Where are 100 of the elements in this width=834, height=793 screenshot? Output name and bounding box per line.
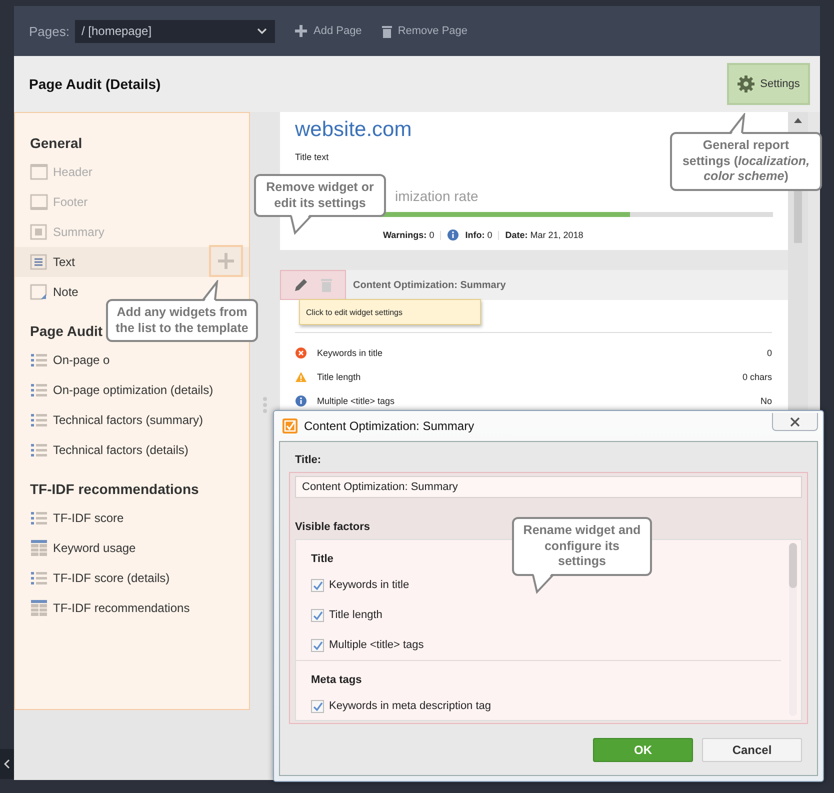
drag-handle-icon	[262, 396, 268, 414]
widget-label: Footer	[53, 195, 88, 209]
close-button[interactable]	[772, 413, 818, 431]
settings-button[interactable]: Settings	[727, 63, 810, 105]
widget-label: TF-IDF score	[53, 511, 124, 525]
trash-icon	[382, 24, 392, 38]
widget-list-item[interactable]: Text	[15, 247, 249, 277]
callout-tooltip: General report settings (localization, color scheme)	[670, 113, 822, 191]
factor-checkbox[interactable]: Multiple <title> tags	[311, 630, 766, 660]
title-input[interactable]: Content Optimization: Summary	[295, 476, 802, 498]
checkbox[interactable]	[311, 578, 324, 592]
footer-layout-icon	[29, 193, 49, 211]
widget-list-item[interactable]: On-page optimization (details)	[15, 375, 249, 405]
list-icon	[29, 509, 49, 527]
widget-label: Header	[53, 165, 92, 179]
check-icon	[312, 610, 322, 620]
check-icon	[312, 702, 322, 710]
factor-label: Title length	[317, 372, 362, 382]
group-title: Title	[311, 552, 334, 567]
checkbox[interactable]	[311, 608, 324, 622]
scrollbar[interactable]	[789, 543, 797, 716]
checkbox[interactable]	[311, 700, 324, 712]
group-title: Meta tags	[311, 673, 362, 688]
summary-layout-icon	[29, 223, 49, 241]
stat-text: Info: 0	[465, 230, 492, 240]
check-icon	[312, 640, 322, 650]
page-title: Page Audit (Details)	[29, 76, 161, 92]
table-icon	[29, 599, 49, 617]
error-icon	[295, 347, 307, 359]
note-icon	[29, 283, 49, 301]
widget-list-item[interactable]: Keyword usage	[15, 533, 249, 563]
settings-icon	[737, 75, 756, 93]
chevron-down-icon	[257, 28, 268, 34]
factors-label: Visible factors	[295, 521, 370, 533]
info-icon	[295, 395, 307, 407]
plus-icon	[218, 253, 234, 269]
factor-checkbox[interactable]: Title length	[311, 600, 766, 630]
info-icon	[447, 229, 460, 241]
checkbox[interactable]	[311, 638, 324, 652]
factor-label: Multiple <title> tags	[317, 396, 396, 406]
widget-list-item[interactable]: Technical factors (details)	[15, 435, 249, 465]
widget-label: Note	[53, 285, 78, 299]
remove-page-button[interactable]: Remove Page	[382, 24, 468, 38]
widget-list-item[interactable]: On-page o	[15, 345, 249, 375]
widget-list-item[interactable]: TF-IDF recommendations	[15, 593, 249, 623]
warning-icon	[295, 371, 307, 383]
widget-list-item[interactable]: TF-IDF score	[15, 503, 249, 533]
factor-value: 0	[766, 348, 772, 358]
header-layout-icon	[29, 163, 49, 181]
widget-label: Technical factors (summary)	[53, 413, 204, 427]
collapse-button[interactable]	[0, 749, 14, 779]
text-block-icon	[29, 253, 49, 271]
widget-list-item[interactable]: Technical factors (summary)	[15, 405, 249, 435]
widget-label: On-page o	[53, 353, 110, 367]
trash-icon	[321, 278, 332, 292]
widget-label: TF-IDF recommendations	[53, 601, 190, 615]
table-icon	[29, 539, 49, 557]
close-icon	[790, 416, 800, 426]
widget-label: On-page optimization (details)	[53, 383, 214, 397]
section-title: TF-IDF recommendations	[29, 480, 200, 499]
list-icon	[29, 569, 49, 587]
widget-list-item[interactable]: TF-IDF score (details)	[15, 563, 249, 593]
page-select[interactable]: / [homepage]	[75, 20, 276, 42]
plus-icon	[295, 25, 308, 37]
widget-label: Text	[53, 255, 76, 269]
check-icon	[312, 580, 322, 590]
stat-text: Date: Mar 21, 2018	[505, 230, 584, 240]
widget-label: Technical factors (details)	[53, 443, 188, 457]
edit-icon	[294, 278, 308, 292]
dialog-title: Content Optimization: Summary	[304, 419, 474, 433]
arrow-up-icon	[794, 118, 802, 123]
site-name: website.com	[295, 118, 412, 142]
pages-label: Pages:	[29, 24, 70, 38]
cancel-button[interactable]: Cancel	[702, 738, 802, 762]
widget-title: Content Optimization: Summary	[353, 280, 506, 290]
widget-label: TF-IDF score (details)	[53, 571, 170, 585]
scrollbar-thumb[interactable]	[789, 543, 797, 588]
tooltip: Click to edit widget settings	[299, 299, 481, 325]
factor-value: 0 chars	[742, 372, 772, 382]
callout-tooltip: Add any widgets from the list to the template	[106, 280, 258, 342]
section-title: Page Audit	[29, 322, 104, 341]
add-page-button[interactable]: Add Page	[295, 25, 362, 37]
factor-value: No	[760, 396, 772, 406]
list-icon	[29, 351, 49, 369]
stat-text: Warnings: 0	[383, 230, 434, 240]
widget-label: Summary	[53, 225, 104, 239]
chevron-left-icon	[4, 759, 10, 769]
factor-checkbox[interactable]: Keywords in meta description tag	[311, 691, 766, 721]
callout-pointer-icon	[530, 572, 556, 595]
rate-label: imization rate	[395, 188, 478, 204]
factor-label: Keywords in title	[317, 348, 384, 358]
list-icon	[29, 441, 49, 459]
app-checkmark-icon	[282, 418, 298, 434]
title-field-label: Title:	[295, 454, 322, 466]
widget-label: Keyword usage	[53, 541, 136, 555]
callout-tooltip: Rename widget and configure its settings	[512, 517, 652, 595]
section-title: General	[29, 134, 84, 153]
list-icon	[29, 381, 49, 399]
list-icon	[29, 411, 49, 429]
callout-pointer-icon	[288, 214, 314, 236]
